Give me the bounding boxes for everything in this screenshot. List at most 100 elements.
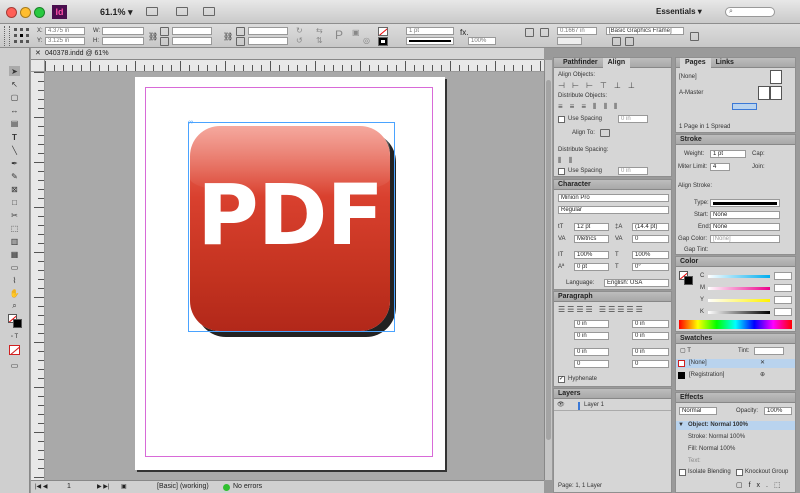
view-options-icon[interactable] bbox=[146, 7, 158, 16]
align-objects-buttons[interactable]: ⊣⊢⊢⊤⊥⊥ bbox=[558, 81, 642, 90]
ruler-origin[interactable] bbox=[31, 60, 45, 72]
blend-mode-dropdown[interactable]: Normal bbox=[679, 407, 717, 415]
scale-x-field[interactable] bbox=[172, 27, 212, 35]
gap-tool-icon[interactable]: ↔ bbox=[9, 105, 20, 115]
minimize-window-button[interactable] bbox=[20, 7, 31, 18]
effects-panel-header[interactable]: Effects bbox=[676, 393, 795, 403]
a-master-right-thumbnail[interactable] bbox=[770, 86, 782, 100]
swatches-panel-header[interactable]: Swatches bbox=[676, 334, 795, 344]
tab-pages[interactable]: Pages bbox=[680, 58, 711, 68]
skew-field[interactable]: 0° bbox=[632, 263, 669, 271]
isolate-blending-checkbox[interactable] bbox=[679, 469, 686, 476]
gradient-swatch-tool-icon[interactable]: ▥ bbox=[9, 236, 20, 246]
scale-y-field[interactable] bbox=[172, 37, 212, 45]
use-spacing-checkbox-2[interactable] bbox=[558, 168, 565, 175]
yellow-slider[interactable] bbox=[708, 299, 770, 302]
layer-row[interactable]: 👁 Layer 1 bbox=[554, 401, 671, 411]
hand-tool-icon[interactable]: ✋ bbox=[9, 288, 20, 298]
text-wrap-icon[interactable] bbox=[540, 28, 549, 37]
flip-horizontal-icon[interactable]: ⇆ bbox=[316, 26, 323, 35]
workspace-switcher[interactable]: Essentials ▾ bbox=[656, 7, 702, 16]
scroll-thumb[interactable] bbox=[546, 80, 551, 440]
pen-tool-icon[interactable]: ✒ bbox=[9, 158, 20, 168]
tab-align[interactable]: Align bbox=[602, 58, 631, 68]
first-line-indent-field[interactable]: 0 in bbox=[574, 332, 609, 340]
selected-graphic-frame[interactable]: ∞ bbox=[188, 119, 395, 332]
effects-text-label[interactable]: Text: bbox=[688, 458, 701, 465]
magenta-slider[interactable] bbox=[708, 287, 770, 290]
zoom-window-button[interactable] bbox=[34, 7, 45, 18]
gradient-feather-tool-icon[interactable]: ▦ bbox=[9, 249, 20, 259]
color-panel-header[interactable]: Color bbox=[676, 257, 795, 267]
object-style-dropdown[interactable]: [Basic Graphics Frame] bbox=[606, 27, 684, 35]
left-indent-field[interactable]: 0 in bbox=[574, 320, 609, 328]
free-transform-tool-icon[interactable]: ⬚ bbox=[9, 223, 20, 233]
formatting-container-icon[interactable]: ▫ T bbox=[9, 332, 20, 342]
screen-mode-icon[interactable] bbox=[176, 7, 188, 16]
zoom-level[interactable]: 61.1% ▾ bbox=[100, 7, 133, 18]
a-master[interactable]: A-Master bbox=[679, 90, 703, 97]
preflight-status[interactable]: No errors bbox=[233, 483, 262, 490]
rectangle-tool-icon[interactable]: □ bbox=[9, 197, 20, 207]
shear-field[interactable] bbox=[248, 37, 288, 45]
language-dropdown[interactable]: English: USA bbox=[604, 279, 669, 287]
rotate-90-cw-icon[interactable]: ↻ bbox=[296, 26, 303, 35]
stroke-type-dropdown[interactable] bbox=[406, 37, 454, 45]
layers-panel-header[interactable]: Layers bbox=[554, 389, 671, 399]
y-position-field[interactable]: 3.125 in bbox=[45, 37, 85, 45]
distribute-objects-buttons[interactable]: ≡≡≡⦀⦀⦀ bbox=[558, 102, 625, 112]
close-tab-icon[interactable]: ✕ bbox=[35, 49, 41, 57]
start-dropdown[interactable]: None bbox=[710, 211, 780, 219]
rotate-90-ccw-icon[interactable]: ↺ bbox=[296, 36, 303, 45]
character-panel-header[interactable]: Character bbox=[554, 180, 671, 190]
opacity-field[interactable]: 100% bbox=[468, 37, 496, 45]
cyan-field[interactable] bbox=[774, 272, 792, 280]
line-tool-icon[interactable]: ╲ bbox=[9, 145, 20, 155]
control-menu-icon[interactable] bbox=[690, 32, 699, 41]
tracking-field[interactable]: 0 bbox=[632, 235, 669, 243]
none-master-thumbnail[interactable] bbox=[770, 70, 782, 84]
page-number[interactable]: 1 bbox=[67, 483, 71, 490]
eyedropper-tool-icon[interactable]: ⌇ bbox=[9, 275, 20, 285]
direct-selection-tool-icon[interactable]: ↖ bbox=[9, 79, 20, 89]
tab-links[interactable]: Links bbox=[711, 58, 739, 68]
leading-field[interactable]: (14.4 pt) bbox=[632, 223, 669, 231]
note-tool-icon[interactable]: ▭ bbox=[9, 262, 20, 272]
corner-size-field[interactable]: 0.1667 in bbox=[557, 27, 597, 35]
first-page-icon[interactable]: |◀ ◀ bbox=[35, 483, 47, 490]
swatch-registration-row[interactable]: [Registration] ⊕ bbox=[676, 371, 795, 380]
constrain-proportions-icon[interactable]: ⛓ bbox=[148, 32, 158, 41]
horizontal-ruler[interactable] bbox=[45, 60, 544, 72]
flip-vertical-icon[interactable]: ⇅ bbox=[316, 36, 323, 45]
corner-shape-dropdown[interactable] bbox=[557, 37, 582, 45]
knockout-group-checkbox[interactable] bbox=[736, 469, 743, 476]
fit-content-icon[interactable] bbox=[625, 37, 634, 46]
space-after-field[interactable]: 0 in bbox=[632, 348, 669, 356]
page-1-thumbnail[interactable] bbox=[732, 103, 757, 110]
a-master-left-thumbnail[interactable] bbox=[758, 86, 770, 100]
paragraph-panel-header[interactable]: Paragraph bbox=[554, 292, 671, 302]
arrange-documents-icon[interactable] bbox=[203, 7, 215, 16]
rectangle-frame-tool-icon[interactable]: ⊠ bbox=[9, 184, 20, 194]
horizontal-scale-field[interactable]: 100% bbox=[632, 251, 669, 259]
magenta-field[interactable] bbox=[774, 284, 792, 292]
color-stroke-icon[interactable] bbox=[684, 276, 693, 285]
type-tool-icon[interactable]: T bbox=[9, 132, 20, 142]
scissors-tool-icon[interactable]: ✂ bbox=[9, 210, 20, 220]
tab-pathfinder[interactable]: Pathfinder bbox=[558, 58, 603, 68]
frame-link-icon[interactable]: ∞ bbox=[188, 119, 193, 126]
content-collector-icon[interactable]: ▤ bbox=[9, 118, 20, 128]
pencil-tool-icon[interactable]: ✎ bbox=[9, 171, 20, 181]
zoom-tool-icon[interactable]: ⌕ bbox=[9, 301, 20, 311]
stroke-weight-field[interactable]: 1 pt bbox=[406, 27, 454, 35]
none-master[interactable]: [None] bbox=[679, 74, 697, 81]
font-size-field[interactable]: 12 pt bbox=[574, 223, 609, 231]
document-tab[interactable]: ✕ 040378.indd @ 61% bbox=[31, 48, 544, 60]
reference-point-icon[interactable] bbox=[14, 28, 32, 44]
swatch-none-row[interactable]: [None] ✕ bbox=[676, 359, 795, 368]
font-family-dropdown[interactable]: Minion Pro bbox=[558, 194, 669, 202]
distribute-spacing-field[interactable]: 0 in bbox=[618, 115, 648, 123]
cyan-slider[interactable] bbox=[708, 275, 770, 278]
hyphenate-checkbox[interactable]: ✓ bbox=[558, 376, 565, 383]
effects-stroke-label[interactable]: Stroke: Normal 100% bbox=[688, 434, 745, 441]
